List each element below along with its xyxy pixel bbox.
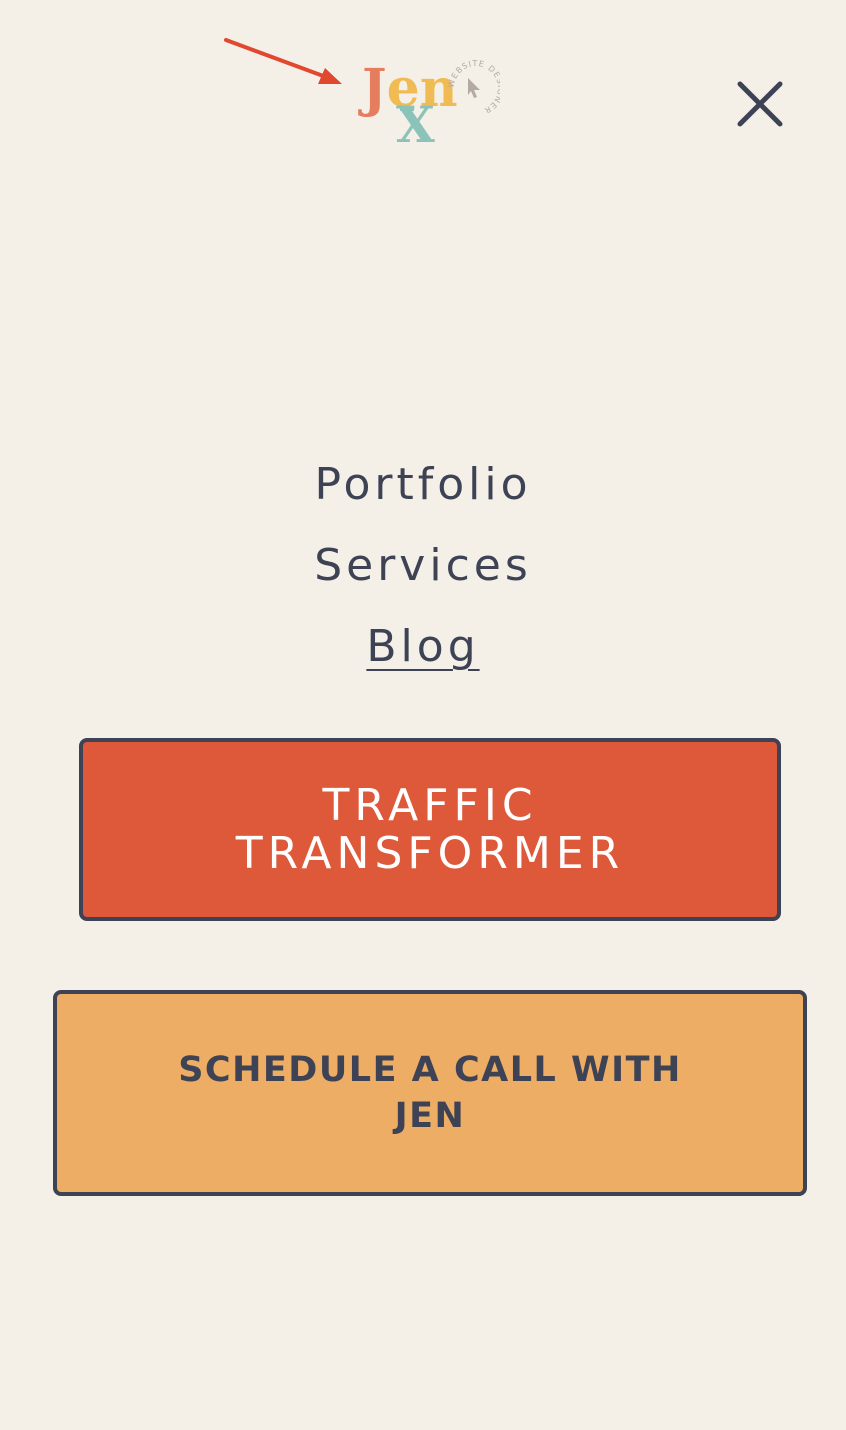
nav-link-services[interactable]: Services — [273, 535, 573, 616]
cursor-icon — [468, 78, 480, 98]
nav-link-portfolio[interactable]: Portfolio — [273, 454, 573, 535]
close-menu-button[interactable] — [732, 76, 788, 132]
nav-link-label: Portfolio — [314, 459, 532, 510]
logo-j: J — [358, 58, 387, 119]
nav-link-label: Blog — [366, 621, 480, 672]
main-nav: Portfolio Services Blog — [0, 454, 846, 697]
site-logo[interactable]: Jen X WEBSITE DESIGNER — [358, 54, 504, 154]
logo-mark: Jen X WEBSITE DESIGNER — [358, 58, 504, 154]
nav-link-label: Services — [314, 540, 532, 591]
schedule-call-button[interactable]: SCHEDULE A CALL WITH JEN — [53, 990, 807, 1196]
traffic-transformer-label: TRAFFIC TRANSFORMER — [235, 779, 625, 879]
close-icon — [737, 81, 783, 127]
schedule-call-label: SCHEDULE A CALL WITH JEN — [178, 1050, 682, 1136]
logo-dash — [400, 106, 414, 111]
annotation-arrow-icon — [224, 38, 342, 84]
nav-link-blog[interactable]: Blog — [273, 616, 573, 697]
mobile-menu-overlay: Jen X WEBSITE DESIGNER Portfolio Service… — [0, 0, 846, 1430]
logo-x: X — [396, 95, 435, 146]
traffic-transformer-button[interactable]: TRAFFIC TRANSFORMER — [79, 738, 781, 921]
